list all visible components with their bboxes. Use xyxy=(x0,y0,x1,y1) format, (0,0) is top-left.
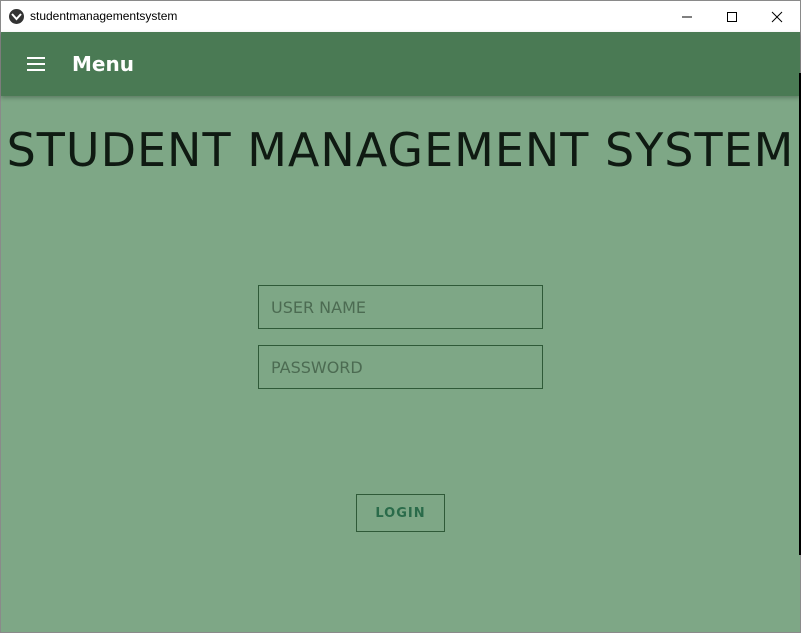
page-title: STUDENT MANAGEMENT SYSTEM xyxy=(6,123,795,177)
maximize-button[interactable] xyxy=(709,1,755,32)
login-button[interactable]: LOGIN xyxy=(356,494,445,532)
window-title: studentmanagementsystem xyxy=(30,9,178,23)
minimize-button[interactable] xyxy=(664,1,710,32)
minimize-icon xyxy=(682,16,692,17)
app-window: studentmanagementsystem Menu STUDENT MAN… xyxy=(0,0,801,633)
app-icon xyxy=(9,9,24,24)
maximize-icon xyxy=(727,11,737,22)
hamburger-menu-icon[interactable] xyxy=(25,54,47,74)
close-button[interactable] xyxy=(754,1,800,32)
username-input[interactable] xyxy=(258,285,543,329)
close-icon xyxy=(771,11,783,22)
app-bar: Menu xyxy=(1,32,800,96)
appbar-title: Menu xyxy=(72,52,134,76)
password-input[interactable] xyxy=(258,345,543,389)
title-bar: studentmanagementsystem xyxy=(1,1,800,32)
